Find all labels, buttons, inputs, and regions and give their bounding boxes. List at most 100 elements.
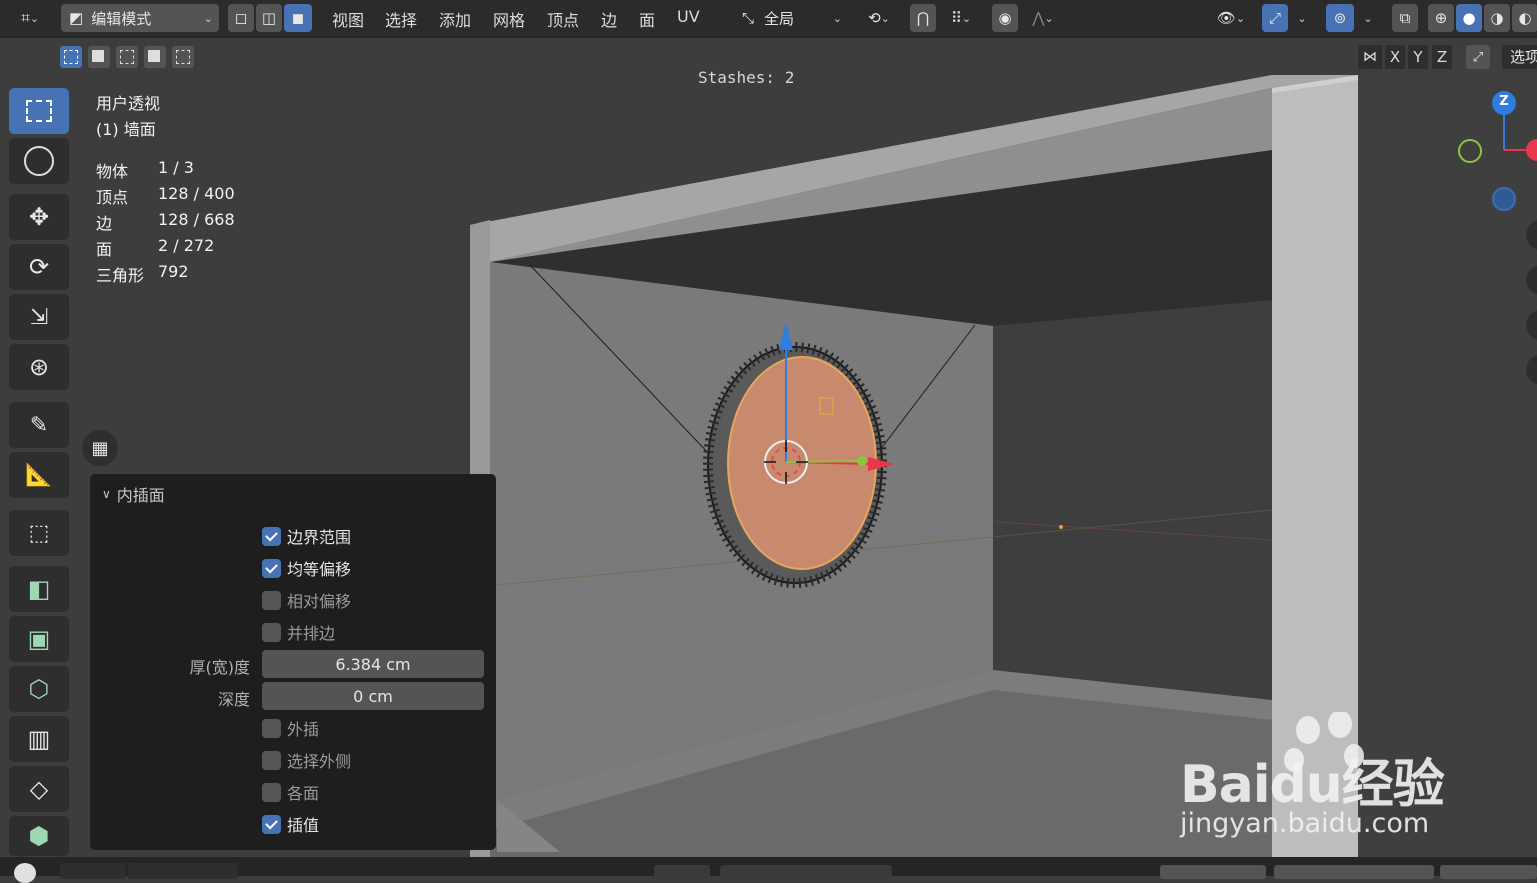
menu-view[interactable]: 视图 [332, 7, 364, 31]
checker-icon: ▦ [91, 437, 109, 459]
checkbox-checked[interactable] [262, 814, 281, 834]
editor-type-icon[interactable] [14, 863, 36, 883]
options-dropdown[interactable]: 选项 [1502, 45, 1537, 69]
knife-icon: ◇ [29, 775, 49, 803]
auto-merge-icon[interactable]: ⤢ [1466, 45, 1490, 69]
loop-cut-tool[interactable]: ▥ [9, 716, 69, 762]
option-boundary[interactable]: 边界范围 [262, 524, 351, 548]
option-individual[interactable]: 各面 [262, 780, 319, 804]
select-subtract-button[interactable] [116, 46, 138, 68]
snap-target-button[interactable]: ⠿ ⌄ [938, 4, 984, 32]
mode-selector[interactable]: ◩ 编辑模式 ⌄ [61, 4, 219, 32]
rendered-shading-button[interactable]: ◐ [1512, 4, 1537, 32]
cursor-icon [24, 146, 54, 176]
option-relative-offset[interactable]: 相对偏移 [262, 588, 351, 612]
transform-orientation-selector[interactable]: ⤡ 全局 ⌄ [734, 4, 848, 32]
editor-type-button[interactable]: ⌗ ⌄ [8, 4, 52, 32]
checkbox-unchecked[interactable] [262, 782, 281, 802]
overlays-menu[interactable]: ⌄ [1356, 4, 1380, 32]
mirror-y-toggle[interactable]: Y [1408, 45, 1428, 69]
menu-face[interactable]: 面 [639, 7, 655, 31]
option-boundary-label: 边界范围 [287, 528, 352, 547]
keyframe-toggle[interactable] [654, 865, 710, 879]
menu-add[interactable]: 添加 [439, 7, 471, 31]
menu-select[interactable]: 选择 [385, 7, 417, 31]
cursor-tool[interactable] [9, 138, 69, 184]
editor-type-icon: ⌗ [20, 8, 30, 27]
knife-tool[interactable]: ◇ [9, 766, 69, 812]
menu-mesh[interactable]: 网格 [493, 7, 525, 31]
rotate-tool[interactable]: ⟳ [9, 244, 69, 290]
wireframe-shading-button[interactable]: ⊕ [1428, 4, 1454, 32]
operator-panel-header[interactable]: ∨ 内插面 [102, 482, 165, 506]
transform-icon: ⊛ [28, 353, 50, 381]
option-edge-rail[interactable]: 并排边 [262, 620, 335, 644]
select-intersect-button[interactable] [172, 46, 194, 68]
thickness-field[interactable]: 6.384 cm [262, 650, 484, 678]
depth-label: 深度 [217, 690, 250, 709]
tool-settings-toggle[interactable]: ▦ [82, 430, 118, 466]
edge-select-mode-button[interactable]: ◫ [256, 4, 282, 32]
xray-toggle[interactable]: ⧉ [1392, 4, 1418, 32]
add-cube-icon: ⬚ [28, 520, 50, 546]
bevel-tool[interactable]: ⬡ [9, 666, 69, 712]
proportional-edit-toggle[interactable]: ◉ [992, 4, 1018, 32]
inset-tool[interactable]: ▣ [9, 616, 69, 662]
select-new-button[interactable] [60, 46, 82, 68]
select-extend-button[interactable] [88, 46, 110, 68]
checkbox-checked[interactable] [262, 558, 281, 578]
current-frame-field[interactable] [1160, 865, 1266, 879]
nav-gizmo-negz-icon [1492, 187, 1516, 211]
visibility-button[interactable]: 👁 ⌄ [1208, 4, 1254, 32]
stat-edges-label: 边 [96, 214, 113, 233]
menu-vertex[interactable]: 顶点 [547, 7, 579, 31]
gizmo-menu[interactable]: ⌄ [1290, 4, 1314, 32]
gizmo-toggle[interactable]: ⤢ [1262, 4, 1288, 32]
magnet-icon: ⋂ [916, 9, 930, 27]
solid-shading-button[interactable]: ● [1456, 4, 1482, 32]
poly-build-tool[interactable]: ⬢ [9, 816, 69, 856]
add-cube-tool[interactable]: ⬚ [9, 510, 69, 556]
stat-edges-value: 128 / 668 [158, 210, 235, 229]
select-invert-button[interactable] [144, 46, 166, 68]
face-select-mode-button[interactable]: ◼ [284, 4, 312, 32]
overlays-toggle[interactable]: ⊚ [1326, 4, 1354, 32]
mirror-x-toggle[interactable]: X [1385, 45, 1405, 69]
select-box-tool[interactable] [9, 88, 69, 134]
nav-gizmo-z-label[interactable]: Z [1495, 94, 1513, 109]
menu-uv[interactable]: UV [677, 7, 700, 26]
transform-tool[interactable]: ⊛ [9, 344, 69, 390]
stat-triangles-label: 三角形 [96, 266, 145, 285]
option-outset[interactable]: 外插 [262, 716, 319, 740]
mirror-icon[interactable]: ⋈ [1358, 45, 1382, 69]
playback-controls[interactable] [720, 865, 892, 879]
extrude-tool[interactable]: ◧ [9, 566, 69, 612]
pivot-point-button[interactable]: ⟲ ⌄ [857, 4, 901, 32]
checkbox-unchecked[interactable] [262, 622, 281, 642]
mirror-z-toggle[interactable]: Z [1432, 45, 1452, 69]
falloff-button[interactable]: ⋀ ⌄ [1022, 4, 1064, 32]
bevel-icon: ⬡ [28, 675, 50, 703]
end-frame-field[interactable] [1440, 865, 1537, 879]
checkbox-unchecked[interactable] [262, 590, 281, 610]
measure-tool[interactable]: 📐 [9, 452, 69, 498]
ruler-icon: 📐 [25, 462, 53, 488]
chevron-down-icon: ⌄ [832, 11, 842, 25]
playback-menu[interactable] [60, 863, 126, 879]
option-even-offset[interactable]: 均等偏移 [262, 556, 351, 580]
snap-toggle[interactable]: ⋂ [910, 4, 936, 32]
depth-field[interactable]: 0 cm [262, 682, 484, 710]
keying-menu[interactable] [128, 863, 238, 879]
checkbox-checked[interactable] [262, 526, 281, 546]
move-tool[interactable]: ✥ [9, 194, 69, 240]
material-shading-button[interactable]: ◑ [1484, 4, 1510, 32]
start-frame-field[interactable] [1274, 865, 1434, 879]
option-interpolate[interactable]: 插值 [262, 812, 319, 836]
checkbox-unchecked[interactable] [262, 750, 281, 770]
vertex-select-mode-button[interactable]: ◻ [228, 4, 254, 32]
option-select-outer[interactable]: 选择外侧 [262, 748, 351, 772]
menu-edge[interactable]: 边 [601, 7, 617, 31]
annotate-tool[interactable]: ✎ [9, 402, 69, 448]
checkbox-unchecked[interactable] [262, 718, 281, 738]
scale-tool[interactable]: ⇲ [9, 294, 69, 340]
